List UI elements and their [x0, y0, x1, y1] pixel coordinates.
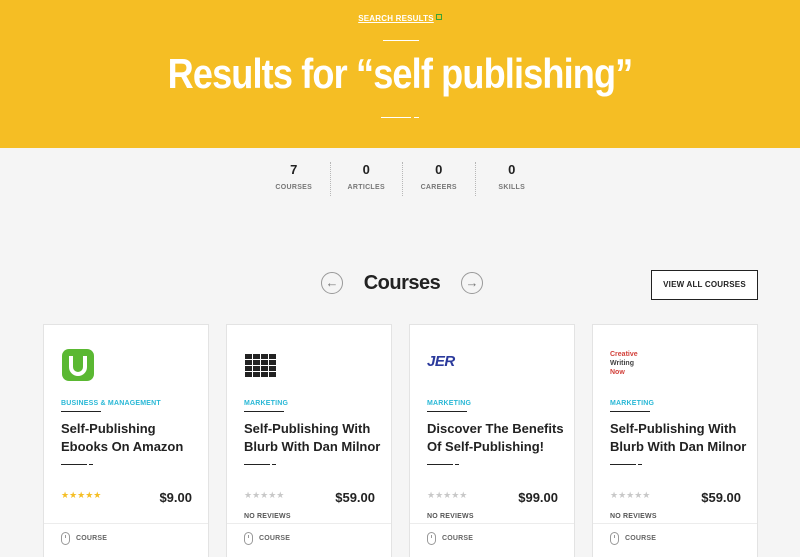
course-type-label: COURSE — [442, 535, 474, 542]
stat-skills[interactable]: 0 SKILLS — [476, 162, 548, 196]
view-all-courses-button[interactable]: VIEW ALL COURSES — [651, 270, 758, 300]
mouse-icon — [61, 532, 70, 545]
jer-logo-icon: JER — [427, 353, 461, 387]
course-title[interactable]: Self-Publishing Ebooks On Amazon — [61, 420, 201, 456]
hero-banner: SEARCH RESULTS Results for “self publish… — [0, 0, 800, 148]
course-price: $59.00 — [335, 490, 375, 505]
course-card[interactable]: MARKETING Self-Publishing With Blurb Wit… — [226, 324, 392, 557]
course-type: COURSE — [61, 532, 107, 545]
course-card[interactable]: BUSINESS & MANAGEMENT Self-Publishing Eb… — [43, 324, 209, 557]
title-underline — [610, 464, 636, 465]
arrow-right-icon: → — [465, 275, 479, 290]
arrow-left-icon: ← — [325, 275, 339, 290]
stat-articles[interactable]: 0 ARTICLES — [331, 162, 403, 196]
hero-divider-bottom — [381, 117, 411, 118]
carousel-next-button[interactable]: → — [461, 272, 483, 294]
category-underline — [244, 411, 284, 412]
title-underline-dot — [89, 464, 93, 465]
course-type-label: COURSE — [259, 535, 291, 542]
result-stats: 7 COURSES 0 ARTICLES 0 CAREERS 0 SKILLS — [258, 162, 548, 196]
rating-stars: ★★★★★ — [427, 490, 468, 500]
rating-stars: ★★★★★ — [61, 490, 102, 500]
card-divider — [44, 523, 208, 524]
no-reviews-label: NO REVIEWS — [244, 513, 291, 520]
rating-stars: ★★★★★ — [244, 490, 285, 500]
stat-count: 0 — [362, 162, 370, 177]
category-underline — [61, 411, 101, 412]
course-category[interactable]: MARKETING — [610, 400, 654, 407]
grid-logo-icon — [244, 348, 278, 382]
course-price: $59.00 — [701, 490, 741, 505]
logo-line: Creative — [610, 351, 638, 358]
stat-count: 7 — [290, 162, 298, 177]
no-reviews-label: NO REVIEWS — [427, 513, 474, 520]
card-divider — [227, 523, 391, 524]
title-underline — [427, 464, 453, 465]
stat-label: COURSES — [275, 184, 313, 191]
logo-line: Writing — [610, 360, 634, 367]
breadcrumb[interactable]: SEARCH RESULTS — [0, 14, 800, 23]
mouse-icon — [427, 532, 436, 545]
mouse-icon — [610, 532, 619, 545]
course-title[interactable]: Self-Publishing With Blurb With Dan Miln… — [610, 420, 750, 456]
section-title: Courses — [363, 272, 441, 294]
stat-courses[interactable]: 7 COURSES — [258, 162, 331, 196]
course-category[interactable]: MARKETING — [427, 400, 471, 407]
category-underline — [427, 411, 467, 412]
course-type-label: COURSE — [625, 535, 657, 542]
course-title[interactable]: Discover The Benefits Of Self-Publishing… — [427, 420, 567, 456]
card-divider — [593, 523, 757, 524]
course-category[interactable]: MARKETING — [244, 400, 288, 407]
title-underline-dot — [638, 464, 642, 465]
creative-writing-now-logo-icon: Creative Writing Now — [610, 350, 670, 384]
no-reviews-label: NO REVIEWS — [610, 513, 657, 520]
course-card[interactable]: Creative Writing Now MARKETING Self-Publ… — [592, 324, 758, 557]
stat-label: SKILLS — [498, 184, 526, 191]
jer-logo-text: JER — [427, 353, 455, 370]
title-underline-dot — [272, 464, 276, 465]
category-underline — [610, 411, 650, 412]
course-price: $9.00 — [159, 490, 192, 505]
rating-stars: ★★★★★ — [610, 490, 651, 500]
stat-careers[interactable]: 0 CAREERS — [403, 162, 476, 196]
breadcrumb-link[interactable]: SEARCH RESULTS — [358, 14, 434, 23]
page-title: Results for “self publishing” — [167, 50, 634, 97]
course-card[interactable]: JER MARKETING Discover The Benefits Of S… — [409, 324, 575, 557]
hero-divider-bottom-dot — [414, 117, 419, 118]
stat-label: CAREERS — [420, 184, 457, 191]
course-price: $99.00 — [518, 490, 558, 505]
course-type: COURSE — [610, 532, 656, 545]
course-title[interactable]: Self-Publishing With Blurb With Dan Miln… — [244, 420, 384, 456]
course-type: COURSE — [427, 532, 473, 545]
title-underline-dot — [455, 464, 459, 465]
stat-count: 0 — [508, 162, 516, 177]
course-category[interactable]: BUSINESS & MANAGEMENT — [61, 400, 161, 407]
title-underline — [244, 464, 270, 465]
course-type: COURSE — [244, 532, 290, 545]
card-divider — [410, 523, 574, 524]
stat-count: 0 — [435, 162, 443, 177]
udemy-logo-icon — [61, 348, 95, 382]
course-type-label: COURSE — [76, 535, 108, 542]
logo-line: Now — [610, 369, 625, 376]
mouse-icon — [244, 532, 253, 545]
carousel-prev-button[interactable]: ← — [321, 272, 343, 294]
title-underline — [61, 464, 87, 465]
stat-label: ARTICLES — [347, 184, 385, 191]
hero-divider-top — [383, 40, 419, 41]
external-link-icon — [435, 14, 442, 20]
